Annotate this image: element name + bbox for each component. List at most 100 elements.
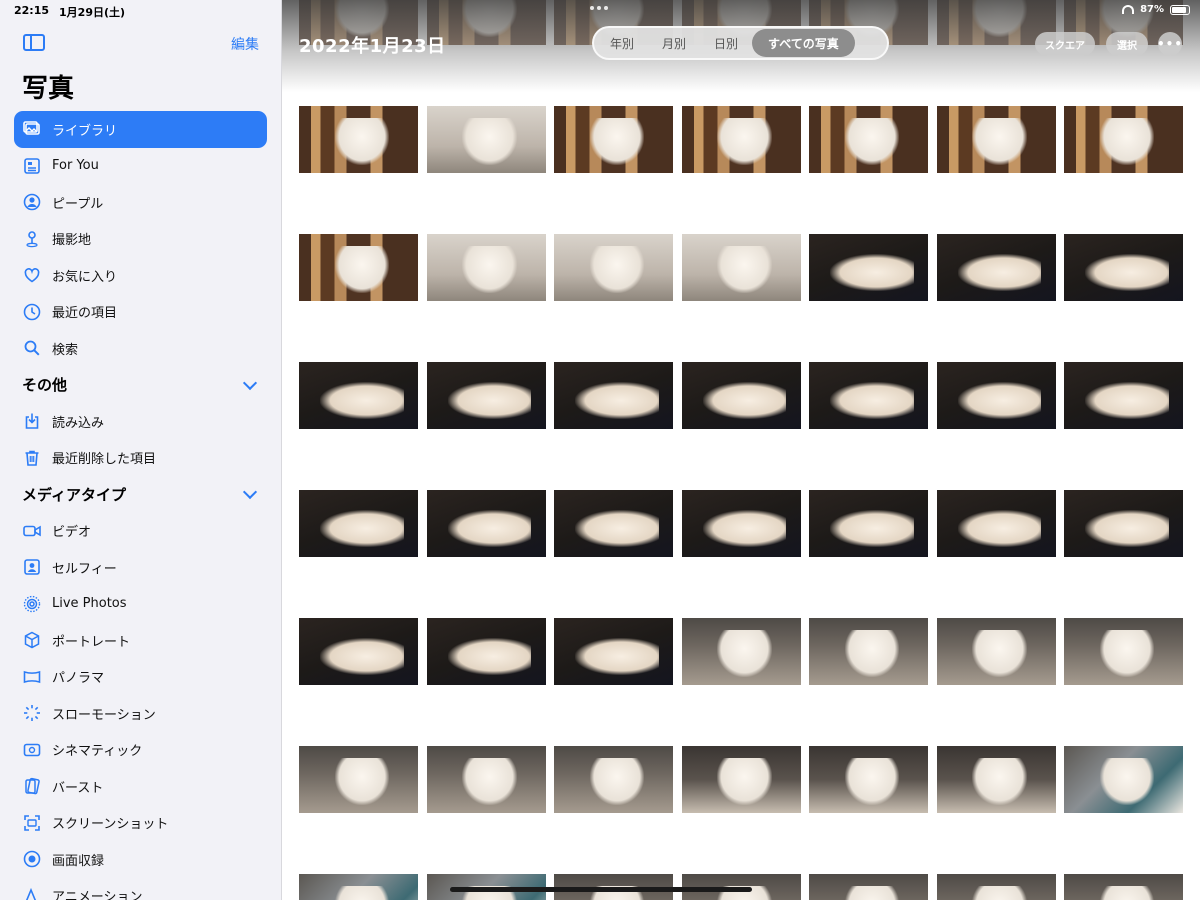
- status-bar-right: 87%: [1122, 4, 1190, 15]
- edit-button[interactable]: 編集: [231, 34, 259, 54]
- sidebar: 22:15 1月29日(土) 編集 写真 ライブラリ For You ピープル 撮影地…: [0, 0, 282, 900]
- sidebar-item[interactable]: バースト: [14, 768, 267, 805]
- photo-thumbnail[interactable]: [299, 746, 418, 813]
- segment-tab[interactable]: 月別: [648, 29, 700, 57]
- photo-thumbnail[interactable]: [1064, 234, 1183, 301]
- photo-thumbnail[interactable]: [809, 106, 928, 173]
- photo-thumbnail[interactable]: [809, 618, 928, 685]
- photo-thumbnail[interactable]: [936, 618, 1056, 685]
- photo-thumbnail[interactable]: [1064, 746, 1183, 813]
- sidebar-item[interactable]: ピープル: [14, 184, 267, 221]
- home-indicator[interactable]: [450, 887, 752, 892]
- sidebar-item[interactable]: お気に入り: [14, 257, 267, 294]
- cat-subject: [972, 118, 1027, 165]
- photo-thumbnail[interactable]: [681, 746, 801, 813]
- photo-thumbnail[interactable]: [426, 490, 546, 557]
- cat-subject: [972, 630, 1027, 677]
- photo-thumbnail[interactable]: [426, 106, 546, 173]
- photo-thumbnail[interactable]: [681, 490, 801, 557]
- sidebar-item[interactable]: 読み込み: [14, 403, 267, 440]
- photo-thumbnail[interactable]: [1064, 362, 1183, 429]
- photo-thumbnail[interactable]: [554, 490, 673, 557]
- photo-thumbnail[interactable]: [809, 490, 928, 557]
- sidebar-item-label: 最近削除した項目: [52, 452, 157, 468]
- photo-thumbnail[interactable]: [681, 618, 801, 685]
- sidebar-item[interactable]: アニメーション: [14, 878, 267, 900]
- video-icon: [23, 522, 41, 540]
- status-time: 22:15: [14, 4, 50, 17]
- sidebar-item-label: シネマティック: [52, 744, 143, 760]
- photo-thumbnail[interactable]: [681, 106, 801, 173]
- photo-thumbnail[interactable]: [426, 746, 546, 813]
- photo-thumbnail[interactable]: [681, 234, 801, 301]
- sidebar-item[interactable]: 画面収録: [14, 841, 267, 878]
- sidebar-item[interactable]: スローモーション: [14, 695, 267, 732]
- sidebar-section-header[interactable]: その他: [14, 367, 267, 404]
- sidebar-item[interactable]: スクリーンショット: [14, 805, 267, 842]
- sidebar-section-title: メディアタイプ: [22, 485, 126, 504]
- photo-thumbnail[interactable]: [426, 362, 546, 429]
- sidebar-item[interactable]: Live Photos: [14, 586, 267, 623]
- photo-thumbnail[interactable]: [809, 746, 928, 813]
- photo-thumbnail[interactable]: [426, 618, 546, 685]
- photo-thumbnail[interactable]: [554, 618, 673, 685]
- photo-thumbnail[interactable]: [299, 618, 418, 685]
- photo-thumbnail[interactable]: [554, 234, 673, 301]
- photo-thumbnail[interactable]: [1064, 490, 1183, 557]
- photo-thumbnail[interactable]: [554, 362, 673, 429]
- sidebar-toggle-icon[interactable]: [23, 34, 45, 51]
- photo-thumbnail[interactable]: [299, 362, 418, 429]
- more-button[interactable]: •••: [1157, 32, 1182, 56]
- photo-thumbnail[interactable]: [299, 490, 418, 557]
- cat-subject: [830, 510, 914, 547]
- photos-app: 22:15 1月29日(土) 編集 写真 ライブラリ For You ピープル 撮影地…: [0, 0, 1200, 900]
- photo-thumbnail[interactable]: [809, 234, 928, 301]
- photo-thumbnail[interactable]: [1064, 618, 1183, 685]
- photo-thumbnail[interactable]: [681, 362, 801, 429]
- photo-thumbnail[interactable]: [936, 490, 1056, 557]
- multitask-dots-icon[interactable]: [590, 6, 608, 10]
- sidebar-item[interactable]: 最近の項目: [14, 294, 267, 331]
- photo-thumbnail[interactable]: [809, 874, 928, 900]
- sidebar-item[interactable]: 最近削除した項目: [14, 440, 267, 477]
- sidebar-item[interactable]: ライブラリ: [14, 111, 267, 148]
- sidebar-item[interactable]: For You: [14, 148, 267, 185]
- photo-thumbnail[interactable]: [554, 106, 673, 173]
- panorama-icon: [23, 668, 41, 686]
- sidebar-item[interactable]: シネマティック: [14, 732, 267, 769]
- for-you-icon: [23, 157, 41, 175]
- chevron-down-icon[interactable]: [242, 375, 258, 390]
- segment-tab[interactable]: 日別: [700, 29, 752, 57]
- sidebar-item[interactable]: 検索: [14, 330, 267, 367]
- sidebar-item[interactable]: パノラマ: [14, 659, 267, 696]
- sidebar-item[interactable]: ポートレート: [14, 622, 267, 659]
- sidebar-item[interactable]: セルフィー: [14, 549, 267, 586]
- chevron-down-icon[interactable]: [242, 485, 258, 500]
- import-icon: [23, 412, 41, 430]
- photo-thumbnail[interactable]: [809, 362, 928, 429]
- trash-icon: [23, 449, 41, 467]
- sidebar-item[interactable]: ビデオ: [14, 513, 267, 550]
- select-button[interactable]: 選択: [1106, 32, 1148, 56]
- photo-thumbnail[interactable]: [936, 106, 1056, 173]
- sidebar-item[interactable]: 撮影地: [14, 221, 267, 258]
- cat-subject: [334, 886, 390, 900]
- photo-thumbnail[interactable]: [1064, 106, 1183, 173]
- photo-thumbnail[interactable]: [299, 106, 418, 173]
- square-toggle-button[interactable]: スクエア: [1035, 32, 1095, 56]
- photo-thumbnail[interactable]: [936, 874, 1056, 900]
- photo-thumbnail[interactable]: [936, 234, 1056, 301]
- photo-thumbnail[interactable]: [299, 874, 418, 900]
- person-circle-icon: [23, 193, 41, 211]
- photo-thumbnail[interactable]: [554, 746, 673, 813]
- photo-thumbnail[interactable]: [426, 234, 546, 301]
- photo-grid: [299, 0, 1183, 900]
- photo-thumbnail[interactable]: [1064, 874, 1183, 900]
- segment-tab[interactable]: 年別: [596, 29, 648, 57]
- photo-thumbnail[interactable]: [936, 362, 1056, 429]
- photo-thumbnail[interactable]: [299, 234, 418, 301]
- photo-thumbnail[interactable]: [936, 746, 1056, 813]
- sidebar-item-label: スローモーション: [52, 707, 156, 723]
- segment-tab[interactable]: すべての写真: [752, 29, 855, 57]
- sidebar-section-header[interactable]: メディアタイプ: [14, 476, 267, 513]
